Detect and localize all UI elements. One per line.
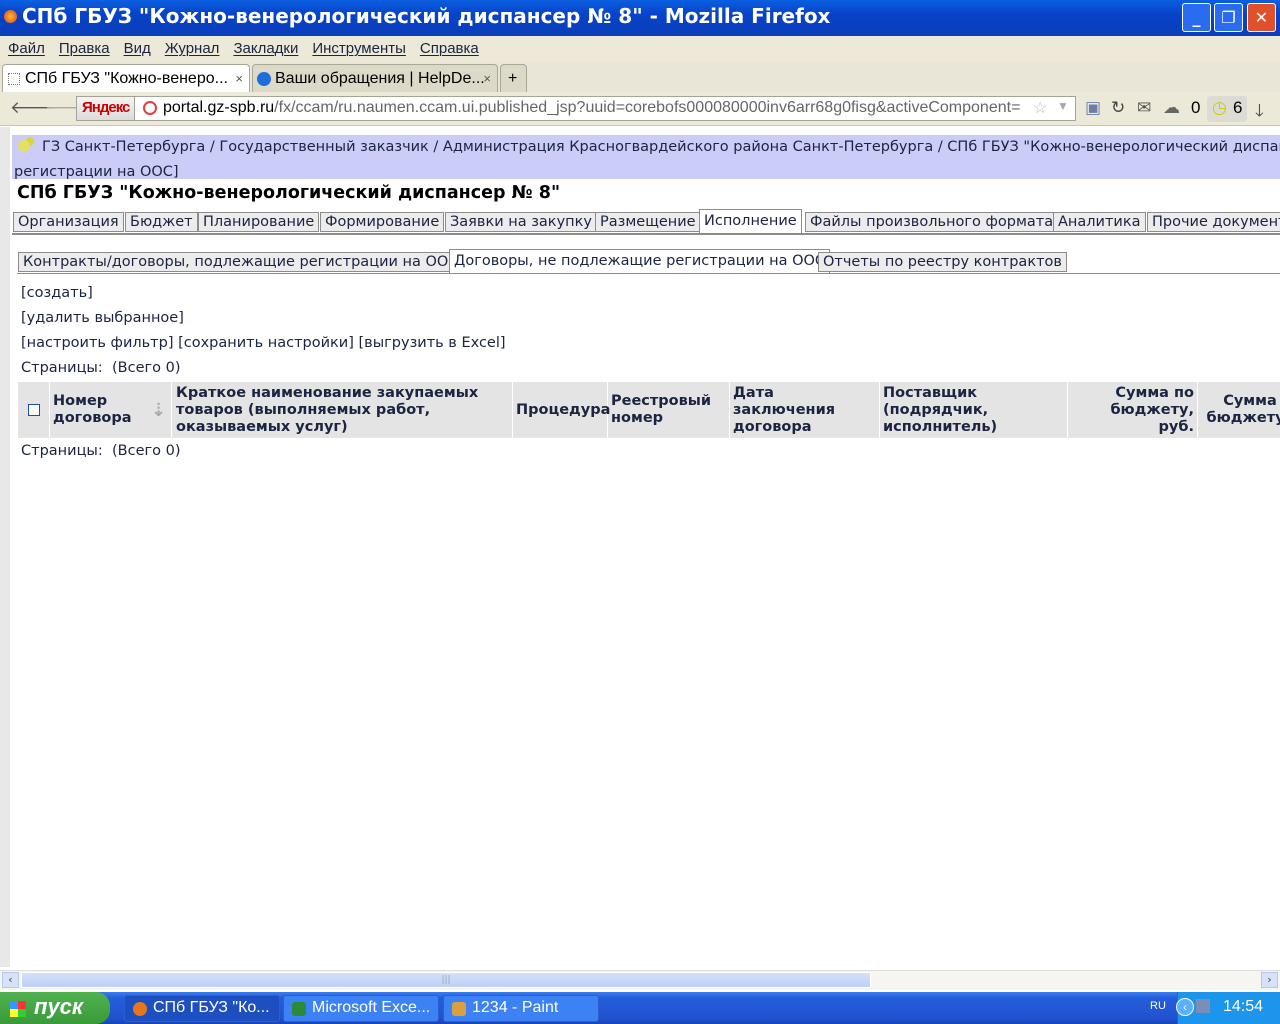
language-indicator[interactable]: RU xyxy=(1150,1000,1166,1012)
close-tab-icon[interactable]: × xyxy=(483,71,491,86)
pager-top: Страницы: (Всего 0) xyxy=(21,360,180,376)
col-conclusion-date[interactable]: Дата заключения договора xyxy=(730,382,880,438)
tab-files[interactable]: Файлы произвольного формата xyxy=(805,212,1059,232)
menu-edit[interactable]: Правка xyxy=(59,40,110,57)
pager-label: Страницы: xyxy=(21,360,103,376)
url-host: portal.gz-spb.ru xyxy=(163,99,275,116)
pager-bottom: Страницы: (Всего 0) xyxy=(21,443,180,459)
delete-selected-link[interactable]: [удалить выбранное] xyxy=(21,310,184,326)
col-supplier[interactable]: Поставщик (подрядчик, исполнитель) xyxy=(880,382,1068,438)
dropdown-icon[interactable]: ▼ xyxy=(1057,99,1069,113)
tab-budget[interactable]: Бюджет xyxy=(125,212,198,232)
tab-label: СПб ГБУЗ "Кожно-венеро... xyxy=(25,70,228,87)
windows-logo-icon xyxy=(10,1001,26,1017)
help-icon xyxy=(257,72,271,86)
menu-bookmarks[interactable]: Закладки xyxy=(233,40,298,57)
paint-icon xyxy=(452,1002,466,1016)
menu-tools[interactable]: Инструменты xyxy=(312,40,406,57)
breadcrumb: ГЗ Санкт-Петербурга / Государственный за… xyxy=(12,135,1280,179)
window-title: СПб ГБУЗ "Кожно-венерологический диспанс… xyxy=(22,4,831,28)
clock-icon: ◷ xyxy=(1212,98,1227,118)
breadcrumb-path[interactable]: ГЗ Санкт-Петербурга / Государственный за… xyxy=(42,139,1280,155)
minimize-button[interactable]: _ xyxy=(1182,3,1211,32)
page-icon xyxy=(8,73,20,85)
browser-tab-active[interactable]: СПб ГБУЗ "Кожно-венеро... × xyxy=(2,64,250,92)
table-header: Номер договора ⇣ Краткое наименование зак… xyxy=(18,382,1280,438)
tab-purchase-requests[interactable]: Заявки на закупку xyxy=(445,212,597,232)
col-budget-sum[interactable]: Сумма по бюджету, руб. xyxy=(1068,382,1198,438)
pager-total: (Всего 0) xyxy=(112,360,181,376)
download-icon[interactable]: 🡓 xyxy=(1255,98,1264,127)
close-tab-icon[interactable]: × xyxy=(235,71,243,86)
tab-divider xyxy=(12,233,1280,235)
browser-tab-helpdesk[interactable]: Ваши обращения | HelpDe... × xyxy=(252,64,498,92)
browser-tab-bar: СПб ГБУЗ "Кожно-венеро... × Ваши обращени… xyxy=(0,62,1280,92)
tab-analytics[interactable]: Аналитика xyxy=(1053,212,1146,232)
tab-formation[interactable]: Формирование xyxy=(320,212,445,232)
yandex-search-button[interactable]: Яндекс xyxy=(77,97,135,120)
mail-icon[interactable]: ✉ xyxy=(1137,98,1151,118)
firefox-icon xyxy=(4,10,17,23)
col-procedure[interactable]: Процедура xyxy=(513,382,610,438)
bookmark-star-icon[interactable]: ☆ xyxy=(1033,98,1047,118)
export-excel-link[interactable]: [выгрузить в Excel] xyxy=(359,335,506,351)
create-link[interactable]: [создать] xyxy=(21,285,93,301)
excel-icon xyxy=(292,1002,306,1016)
menu-bar: Файл Правка Вид Журнал Закладки Инструменты Сп… xyxy=(0,36,1280,62)
task-excel[interactable]: Microsoft Exce... xyxy=(283,995,439,1022)
maximize-button[interactable]: ❐ xyxy=(1214,3,1243,32)
org-tree-icon xyxy=(16,136,36,154)
weather-icon[interactable]: ☁ xyxy=(1163,98,1180,118)
show-hidden-icons-button[interactable]: ‹ xyxy=(1176,998,1194,1016)
close-button[interactable]: ✕ xyxy=(1247,3,1276,32)
site-identity-icon[interactable] xyxy=(143,101,157,115)
bookmarks-icon[interactable]: ▣ xyxy=(1085,98,1101,118)
tab-placement[interactable]: Размещение xyxy=(595,212,701,232)
system-tray: ‹ 14:54 xyxy=(1176,992,1280,1024)
configure-filter-link[interactable]: [настроить фильтр] xyxy=(21,335,173,351)
url-bar[interactable]: Яндекс portal.gz-spb.ru/fx/ccam/ru.naume… xyxy=(76,96,1076,121)
subtab-contract-reports[interactable]: Отчеты по реестру контрактов xyxy=(818,252,1067,272)
tab-organization[interactable]: Организация xyxy=(13,212,124,232)
sort-down-icon[interactable]: ⇣ xyxy=(151,401,166,419)
tab-planning[interactable]: Планирование xyxy=(198,212,320,232)
clock[interactable]: 14:54 xyxy=(1223,998,1263,1015)
window-titlebar: СПб ГБУЗ "Кожно-венерологический диспанс… xyxy=(0,0,1280,36)
breadcrumb-line2: регистрации на ООС] xyxy=(14,164,179,179)
tab-execution[interactable]: Исполнение xyxy=(699,209,802,233)
menu-view[interactable]: Вид xyxy=(124,40,151,57)
save-settings-link[interactable]: [сохранить настройки] xyxy=(178,335,354,351)
new-tab-button[interactable]: + xyxy=(500,64,527,92)
subtab-divider xyxy=(17,273,1280,274)
tab-label: Ваши обращения | HelpDe... xyxy=(275,70,485,87)
start-button[interactable]: пуск xyxy=(0,992,110,1024)
weather-count: 0 xyxy=(1191,98,1201,117)
col-contract-number[interactable]: Номер договора ⇣ xyxy=(50,382,172,438)
col-budget-sum-ai[interactable]: Сумма по бюджету, АИ xyxy=(1198,382,1280,438)
menu-history[interactable]: Журнал xyxy=(165,40,220,57)
task-paint[interactable]: 1234 - Paint xyxy=(443,995,599,1022)
menu-help[interactable]: Справка xyxy=(420,40,479,57)
network-icon[interactable] xyxy=(1196,999,1210,1013)
notifications-count: 6 xyxy=(1233,98,1243,117)
pager-total: (Всего 0) xyxy=(112,443,181,459)
scroll-left-button[interactable]: ‹ xyxy=(2,972,19,988)
pager-label: Страницы: xyxy=(21,443,103,459)
select-all-checkbox[interactable] xyxy=(27,404,40,416)
scroll-right-button[interactable]: › xyxy=(1261,972,1278,988)
start-label: пуск xyxy=(34,994,84,1019)
page-title: СПб ГБУЗ "Кожно-венерологический диспанс… xyxy=(17,183,561,203)
col-registry-number[interactable]: Реестровый номер xyxy=(608,382,730,438)
url-path: /fx/ccam/ru.naumen.ccam.ui.published_jsp… xyxy=(274,99,1021,116)
menu-file[interactable]: Файл xyxy=(8,40,45,57)
firefox-icon xyxy=(133,1002,147,1016)
reload-icon[interactable]: ↻ xyxy=(1111,98,1125,118)
scrollbar-thumb[interactable]: ||| xyxy=(21,972,871,988)
tab-other-documents[interactable]: Прочие документы xyxy=(1147,212,1280,232)
subtab-registered-contracts[interactable]: Контракты/договоры, подлежащие регистрац… xyxy=(18,252,464,272)
task-firefox[interactable]: СПб ГБУЗ "Ко... xyxy=(124,995,280,1022)
col-description[interactable]: Краткое наименование закупаемых товаров … xyxy=(173,382,513,438)
subtab-unregistered-contracts[interactable]: Договоры, не подлежащие регистрации на О… xyxy=(449,249,831,273)
